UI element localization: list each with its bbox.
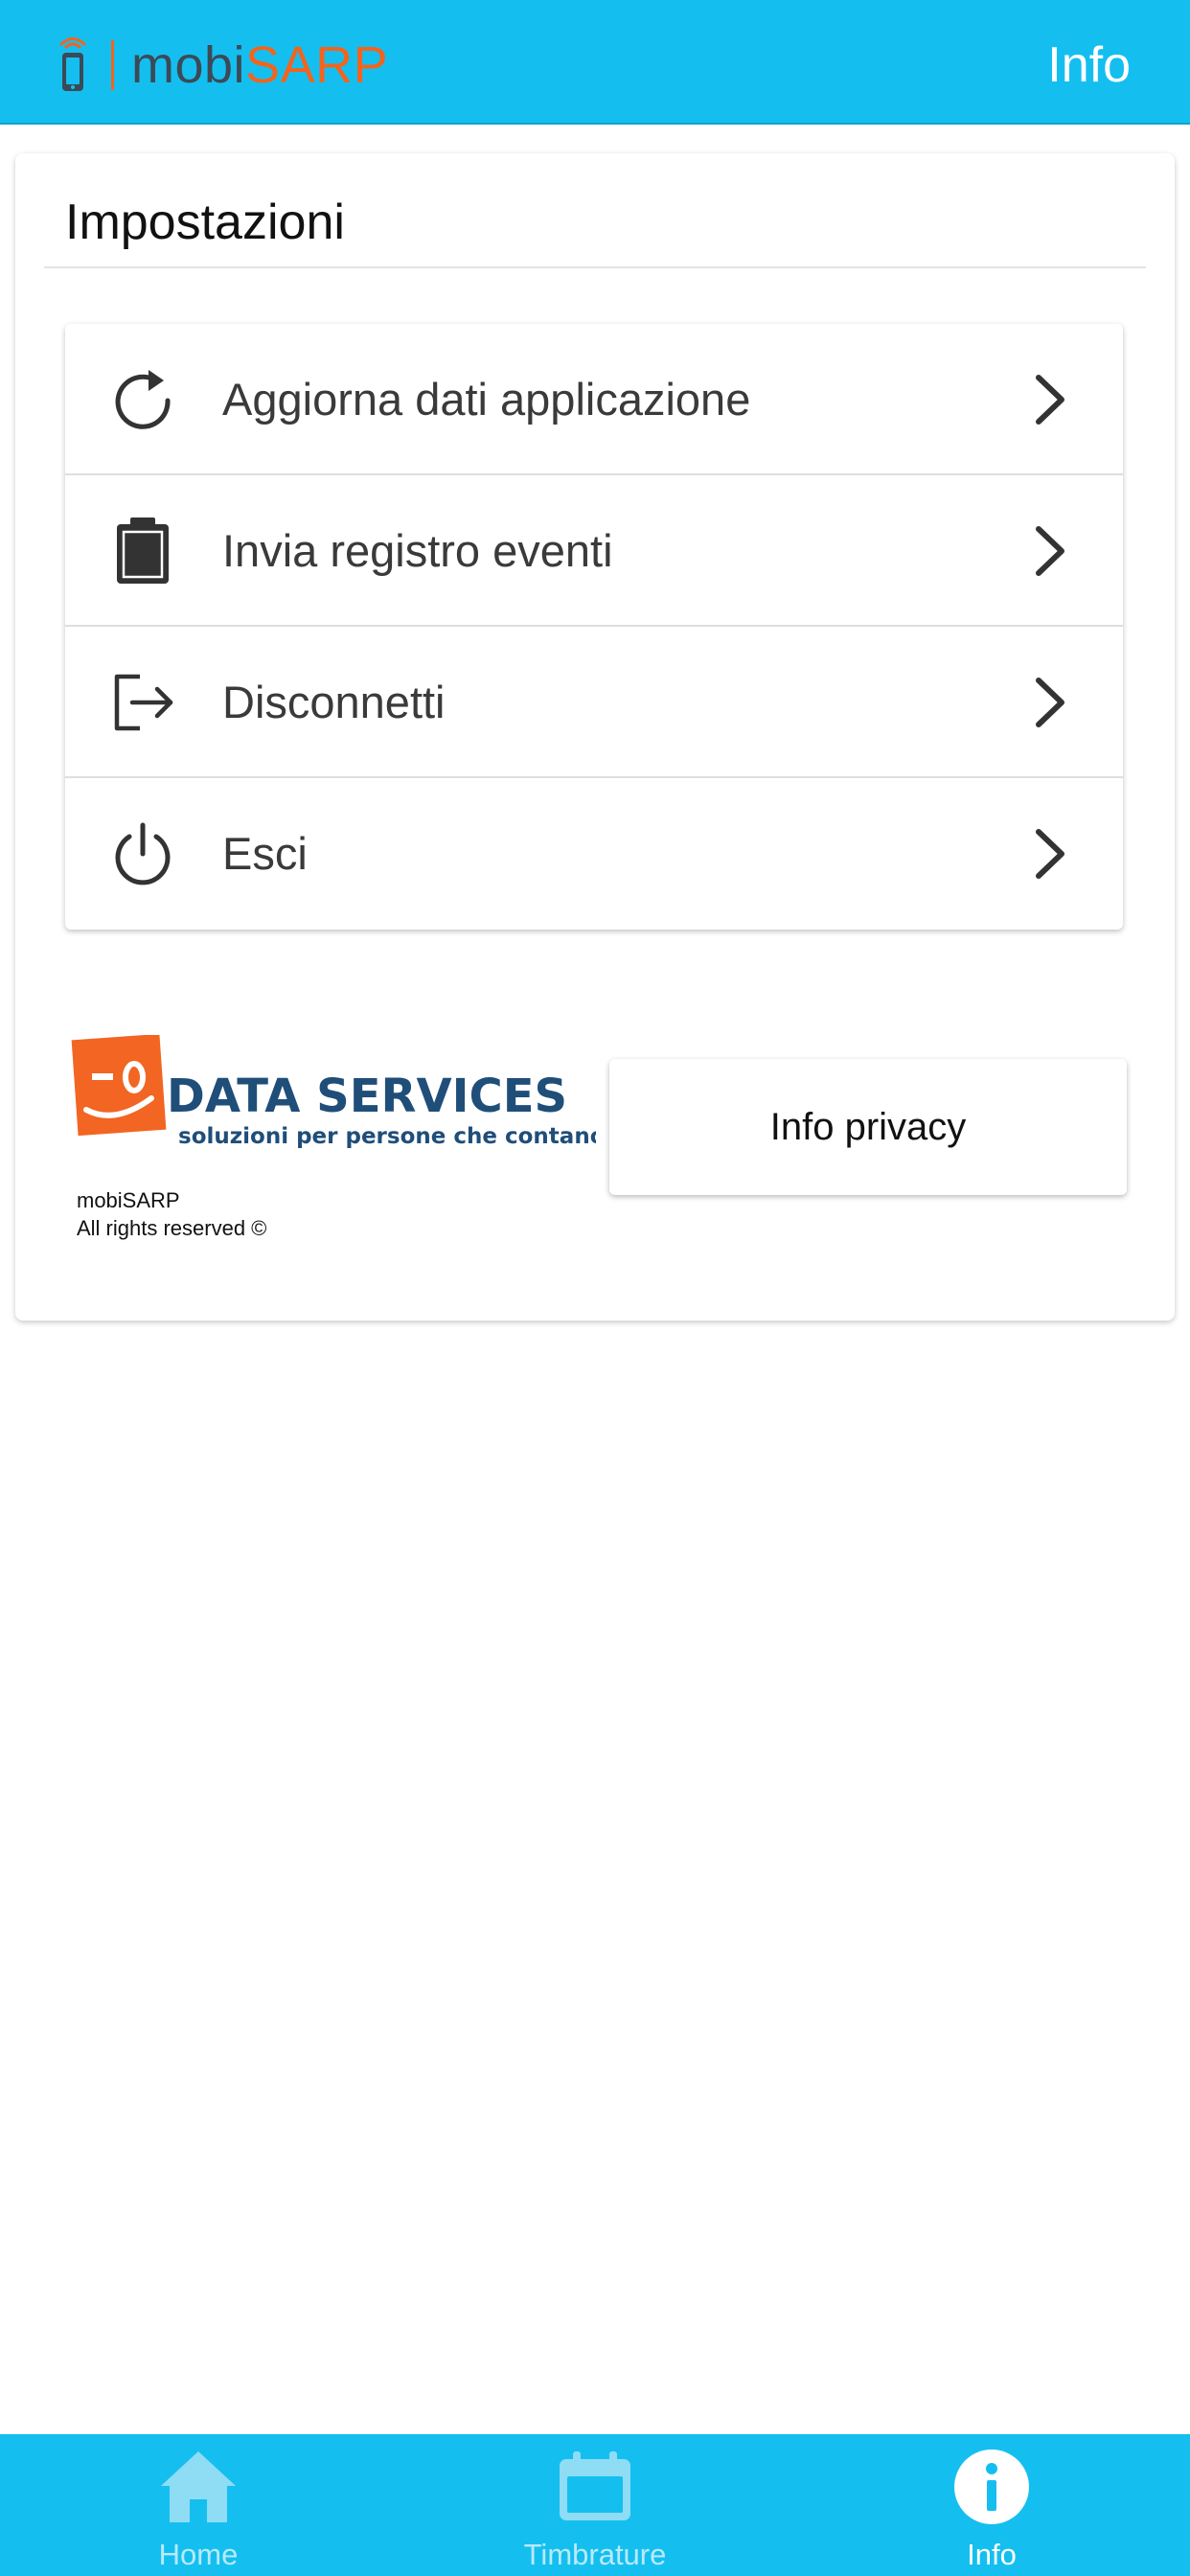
app-brand: mobiSARP <box>54 34 388 96</box>
logo-name: DATA SERVICES <box>167 1070 567 1123</box>
settings-card: Impostazioni Aggiorna dati applicazione … <box>15 153 1175 1321</box>
info-icon <box>954 2450 1029 2524</box>
refresh-icon <box>115 370 171 429</box>
clipboard-icon <box>117 518 169 584</box>
footer-app-name: mobiSARP <box>77 1188 180 1212</box>
chevron-right-icon <box>1036 829 1064 879</box>
brand-prefix: mobi <box>131 36 246 94</box>
tab-label: Timbrature <box>523 2538 667 2571</box>
tab-info[interactable]: Info <box>793 2434 1190 2576</box>
chevron-right-icon <box>1036 375 1064 425</box>
footer-copyright: All rights reserved © <box>77 1216 267 1240</box>
chevron-right-icon <box>1036 678 1064 727</box>
menu-item-label: Invia registro eventi <box>222 525 613 576</box>
home-icon <box>161 2451 236 2522</box>
divider <box>44 266 1146 268</box>
menu-item-invia-registro[interactable]: Invia registro eventi <box>65 475 1123 627</box>
settings-menu: Aggiorna dati applicazione Invia registr… <box>65 324 1123 930</box>
tab-label: Home <box>158 2538 239 2571</box>
tab-home[interactable]: Home <box>0 2434 397 2576</box>
data-services-logo: DATA SERVICES soluzioni per persone che … <box>71 1035 596 1149</box>
power-icon <box>115 822 171 886</box>
logout-icon <box>114 674 173 731</box>
settings-title: Impostazioni <box>65 195 345 250</box>
phone-signal-icon <box>58 37 87 91</box>
menu-item-aggiorna-dati[interactable]: Aggiorna dati applicazione <box>65 324 1123 475</box>
calendar-icon <box>560 2451 630 2520</box>
menu-item-label: Esci <box>222 828 308 879</box>
tab-label: Info <box>967 2538 1017 2571</box>
bottom-tab-bar: Home Timbrature Info <box>0 2434 1190 2576</box>
menu-item-label: Aggiorna dati applicazione <box>222 374 751 425</box>
brand-suffix: SARP <box>245 36 389 94</box>
menu-item-esci[interactable]: Esci <box>65 778 1123 930</box>
page-title: Info <box>1047 37 1131 93</box>
logo-tagline: soluzioni per persone che contano <box>178 1124 596 1149</box>
menu-item-disconnetti[interactable]: Disconnetti <box>65 627 1123 778</box>
top-app-bar: mobiSARP Info <box>0 0 1190 125</box>
info-privacy-button[interactable]: Info privacy <box>609 1059 1127 1195</box>
brand-name: mobiSARP <box>131 36 388 94</box>
tab-timbrature[interactable]: Timbrature <box>397 2434 793 2576</box>
menu-item-label: Disconnetti <box>222 677 446 727</box>
brand-separator <box>111 40 114 90</box>
chevron-right-icon <box>1036 526 1064 576</box>
